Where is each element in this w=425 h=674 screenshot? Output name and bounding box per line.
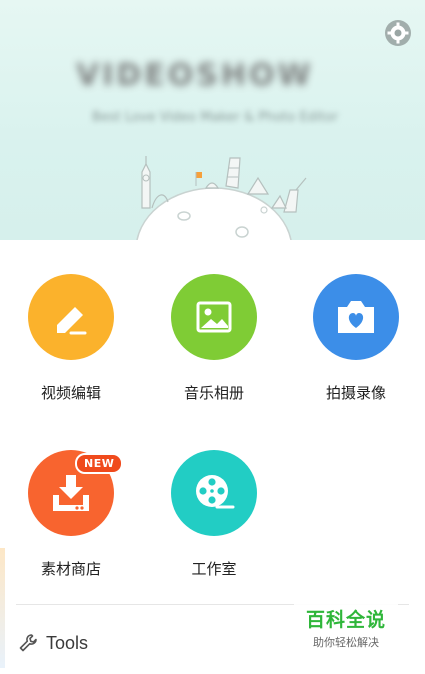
feature-material-store-button[interactable]: NEW 素材商店 (5, 450, 137, 590)
tools-section-header[interactable]: Tools (18, 630, 88, 656)
feature-music-album-button[interactable]: 音乐相册 (148, 274, 280, 414)
hero-banner: VIDEOSHOW Best Love Video Maker & Photo … (0, 0, 425, 240)
feature-studio-button[interactable]: 工作室 (148, 450, 280, 590)
brand-logo: VIDEOSHOW (76, 58, 314, 93)
settings-button[interactable] (382, 17, 414, 49)
feature-studio-circle (171, 450, 257, 536)
wrench-icon (19, 634, 37, 652)
world-illustration (136, 156, 307, 240)
feature-camera-circle (313, 274, 399, 360)
camera-heart-icon (338, 301, 374, 333)
feature-video-edit-label: 视频编辑 (40, 384, 101, 402)
feature-camera-button[interactable]: 拍摄录像 (290, 274, 422, 414)
download-icon (53, 475, 89, 511)
tools-label: Tools (46, 632, 89, 653)
feature-video-edit-circle (28, 274, 114, 360)
image-icon (196, 301, 232, 333)
feature-video-edit-button[interactable]: 视频编辑 (5, 274, 137, 414)
feature-material-store-label: 素材商店 (40, 560, 101, 578)
brand-slogan: Best Love Video Maker & Photo Editor (92, 110, 338, 125)
edge-decoration (0, 548, 5, 668)
feature-music-album-circle (171, 274, 257, 360)
film-reel-icon (196, 475, 235, 509)
gear-icon (385, 20, 411, 46)
new-badge: NEW (75, 453, 124, 474)
watermark-title: 百科全说 (305, 608, 386, 631)
feature-music-album-label: 音乐相册 (183, 384, 244, 402)
watermark: 百科全说 助你轻松解决 (294, 598, 398, 656)
feature-material-store-circle: NEW (28, 450, 124, 536)
feature-camera-label: 拍摄录像 (325, 384, 386, 402)
feature-studio-label: 工作室 (191, 560, 237, 578)
pencil-icon (57, 307, 87, 335)
watermark-subtitle: 助你轻松解决 (313, 635, 379, 649)
